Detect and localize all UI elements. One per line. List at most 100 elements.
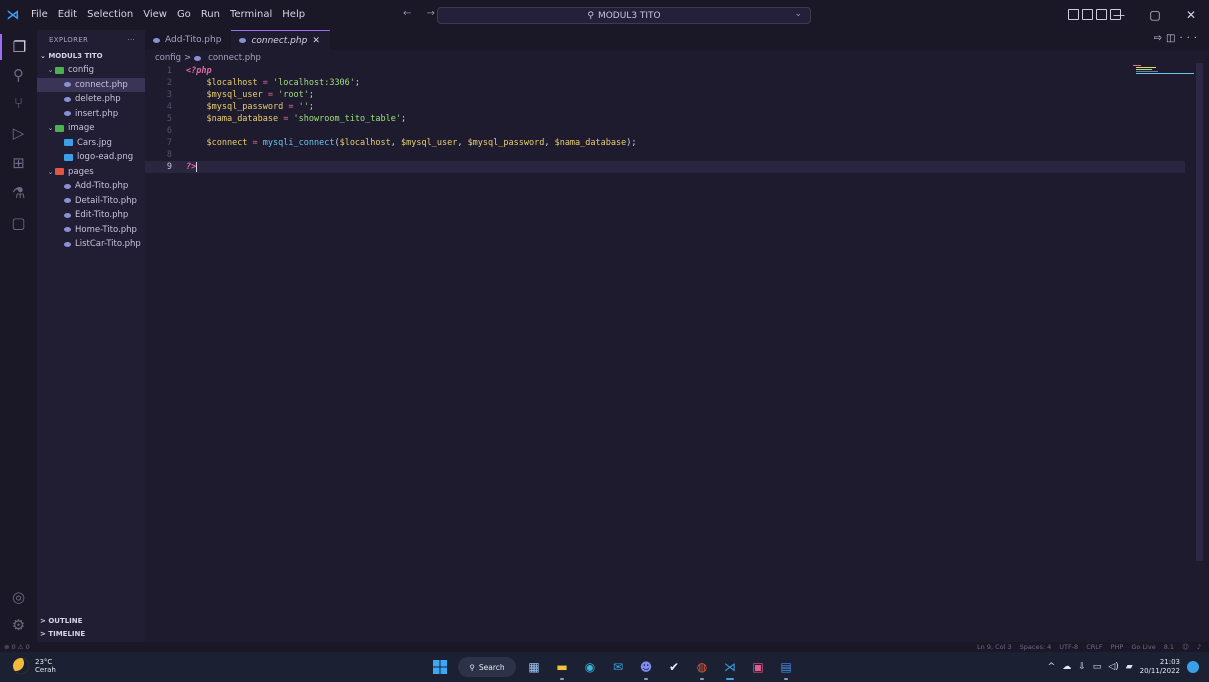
discord-icon[interactable]: ☻ [636, 657, 656, 680]
breadcrumb-folder[interactable]: config [155, 53, 181, 63]
office-icon[interactable]: ▣ [748, 657, 768, 677]
menu-run[interactable]: Run [196, 0, 225, 30]
check-app-icon[interactable]: ✔ [664, 657, 684, 677]
breadcrumb-file[interactable]: connect.php [208, 53, 261, 63]
testing-icon[interactable]: ⚗ [0, 180, 37, 206]
search-icon[interactable]: ⚲ [0, 62, 37, 88]
tree-file-home-tito[interactable]: Home-Tito.php [37, 223, 145, 238]
source-control-icon[interactable]: ⑂ [0, 90, 37, 116]
status-php-version[interactable]: 8.1 [1164, 642, 1174, 652]
more-actions-icon[interactable]: ··· [1179, 33, 1201, 44]
volume-icon[interactable]: ◁) [1108, 662, 1118, 672]
tree-file-logo[interactable]: logo-ead.png [37, 150, 145, 165]
system-tray: ^ ☁ ⇩ ▭ ◁) ▰ 21:03 20/11/2022 [1048, 658, 1199, 676]
tray-overflow-chevron[interactable]: ^ [1048, 662, 1056, 672]
chrome-icon[interactable]: ◍ [692, 657, 712, 680]
status-cursor-position[interactable]: Ln 9, Col 3 [977, 642, 1012, 652]
network-icon[interactable]: ▭ [1093, 662, 1102, 672]
status-bar: ⊗ 0 ⚠ 0 Ln 9, Col 3 Spaces: 4 UTF-8 CRLF… [0, 642, 1209, 652]
minimap[interactable] [1133, 65, 1195, 75]
file-explorer-icon[interactable]: ▬ [552, 657, 572, 680]
command-center-search[interactable]: ⚲ MODUL3 TITO ⌄ [437, 7, 811, 24]
cloud-icon[interactable]: ☁ [1062, 662, 1071, 672]
chevron-down-icon[interactable]: ⌄ [794, 9, 802, 19]
maximize-button[interactable]: ▢ [1137, 8, 1173, 22]
menu-go[interactable]: Go [172, 0, 196, 30]
code-line[interactable]: 1 <?php [145, 65, 1185, 77]
account-icon[interactable]: ◎ [0, 584, 37, 610]
taskbar-search[interactable]: ⚲ Search [458, 657, 516, 677]
code-line[interactable]: 4 $mysql_password = ''; [145, 101, 1185, 113]
remote-icon[interactable]: ⇨ [1154, 33, 1166, 44]
code-line[interactable]: 9 ?> [145, 161, 1185, 173]
close-icon[interactable]: ✕ [312, 31, 320, 51]
extensions-icon[interactable]: ⊞ [0, 150, 37, 176]
workspace-root[interactable]: ⌄ MODUL3 TITO [37, 50, 145, 63]
more-actions-icon[interactable]: ··· [127, 30, 135, 50]
tree-file-add-tito[interactable]: Add-Tito.php [37, 179, 145, 194]
notifications-bell-icon[interactable]: ♪ [1197, 642, 1201, 652]
close-button[interactable]: ✕ [1173, 8, 1209, 22]
tree-folder-image[interactable]: ⌄ image [37, 121, 145, 136]
tree-file-delete[interactable]: delete.php [37, 92, 145, 107]
editor-scrollbar[interactable] [1196, 63, 1203, 561]
code-editor[interactable]: 1 <?php 2 $localhost = 'localhost:3306'; 3 … [145, 63, 1209, 640]
feedback-icon[interactable]: ☺ [1182, 642, 1189, 652]
menu-selection[interactable]: Selection [82, 0, 138, 30]
tab-connect[interactable]: connect.php ✕ [231, 30, 330, 51]
menu-view[interactable]: View [138, 0, 172, 30]
tree-file-edit-tito[interactable]: Edit-Tito.php [37, 208, 145, 223]
minimize-button[interactable]: — [1101, 8, 1137, 22]
code-line[interactable]: 7 $connect = mysqli_connect($localhost, … [145, 137, 1185, 149]
menu-edit[interactable]: Edit [53, 0, 82, 30]
remote-explorer-icon[interactable]: ▢ [0, 210, 37, 236]
split-editor-icon[interactable]: ◫ [1166, 33, 1179, 44]
line-number: 1 [166, 66, 172, 76]
weather-widget[interactable]: 23°C Cerah [13, 658, 56, 674]
tree-file-insert[interactable]: insert.php [37, 107, 145, 122]
timeline-section[interactable]: > TIMELINE [37, 628, 145, 640]
tree-file-connect[interactable]: connect.php [37, 77, 145, 92]
notification-center-icon[interactable] [1187, 661, 1199, 673]
tab-add-tito[interactable]: Add-Tito.php [145, 30, 231, 50]
clock[interactable]: 21:03 20/11/2022 [1140, 658, 1180, 676]
tree-file-listcar-tito[interactable]: ListCar-Tito.php [37, 237, 145, 252]
status-encoding[interactable]: UTF-8 [1059, 642, 1078, 652]
status-go-live[interactable]: Go Live [1131, 642, 1155, 652]
explorer-icon[interactable]: ❐ [0, 34, 37, 60]
mail-icon[interactable]: ✉ [608, 657, 628, 677]
task-view-icon[interactable]: ▦ [524, 657, 544, 677]
code-token: = [262, 90, 279, 100]
code-line[interactable]: 3 $mysql_user = 'root'; [145, 89, 1185, 101]
tree-folder-config[interactable]: ⌄ config [37, 63, 145, 78]
edge-browser-icon[interactable]: ◉ [580, 657, 600, 677]
toggle-panel-icon[interactable] [1082, 9, 1093, 20]
status-eol[interactable]: CRLF [1086, 642, 1102, 652]
settings-gear-icon[interactable]: ⚙ [0, 612, 37, 638]
run-debug-icon[interactable]: ▷ [0, 120, 37, 146]
outline-section[interactable]: > OUTLINE [37, 615, 145, 627]
code-line[interactable]: 8 [145, 149, 1185, 161]
windows-start-icon[interactable] [430, 657, 450, 677]
tree-file-detail-tito[interactable]: Detail-Tito.php [37, 194, 145, 209]
tree-folder-pages[interactable]: ⌄ pages [37, 165, 145, 180]
code-line[interactable]: 2 $localhost = 'localhost:3306'; [145, 77, 1185, 89]
code-line[interactable]: 5 $nama_database = 'showroom_tito_table'… [145, 113, 1185, 125]
tree-label: Home-Tito.php [75, 224, 137, 235]
menu-terminal[interactable]: Terminal [225, 0, 277, 30]
nav-back-forward[interactable]: ← → [403, 8, 441, 19]
php-file-icon [64, 212, 71, 218]
code-line[interactable]: 6 [145, 125, 1185, 137]
status-language[interactable]: PHP [1111, 642, 1124, 652]
menu-file[interactable]: File [26, 0, 53, 30]
problems-indicator[interactable]: ⊗ 0 ⚠ 0 [4, 642, 30, 652]
menu-help[interactable]: Help [277, 0, 310, 30]
tree-file-cars[interactable]: Cars.jpg [37, 136, 145, 151]
usb-icon[interactable]: ⇩ [1078, 662, 1086, 672]
tree-label: Detail-Tito.php [75, 195, 137, 206]
vscode-icon[interactable]: ⋊ [720, 657, 740, 680]
battery-icon[interactable]: ▰ [1126, 662, 1133, 672]
word-icon[interactable]: ▤ [776, 657, 796, 680]
toggle-sidebar-icon[interactable] [1068, 9, 1079, 20]
status-indentation[interactable]: Spaces: 4 [1020, 642, 1052, 652]
